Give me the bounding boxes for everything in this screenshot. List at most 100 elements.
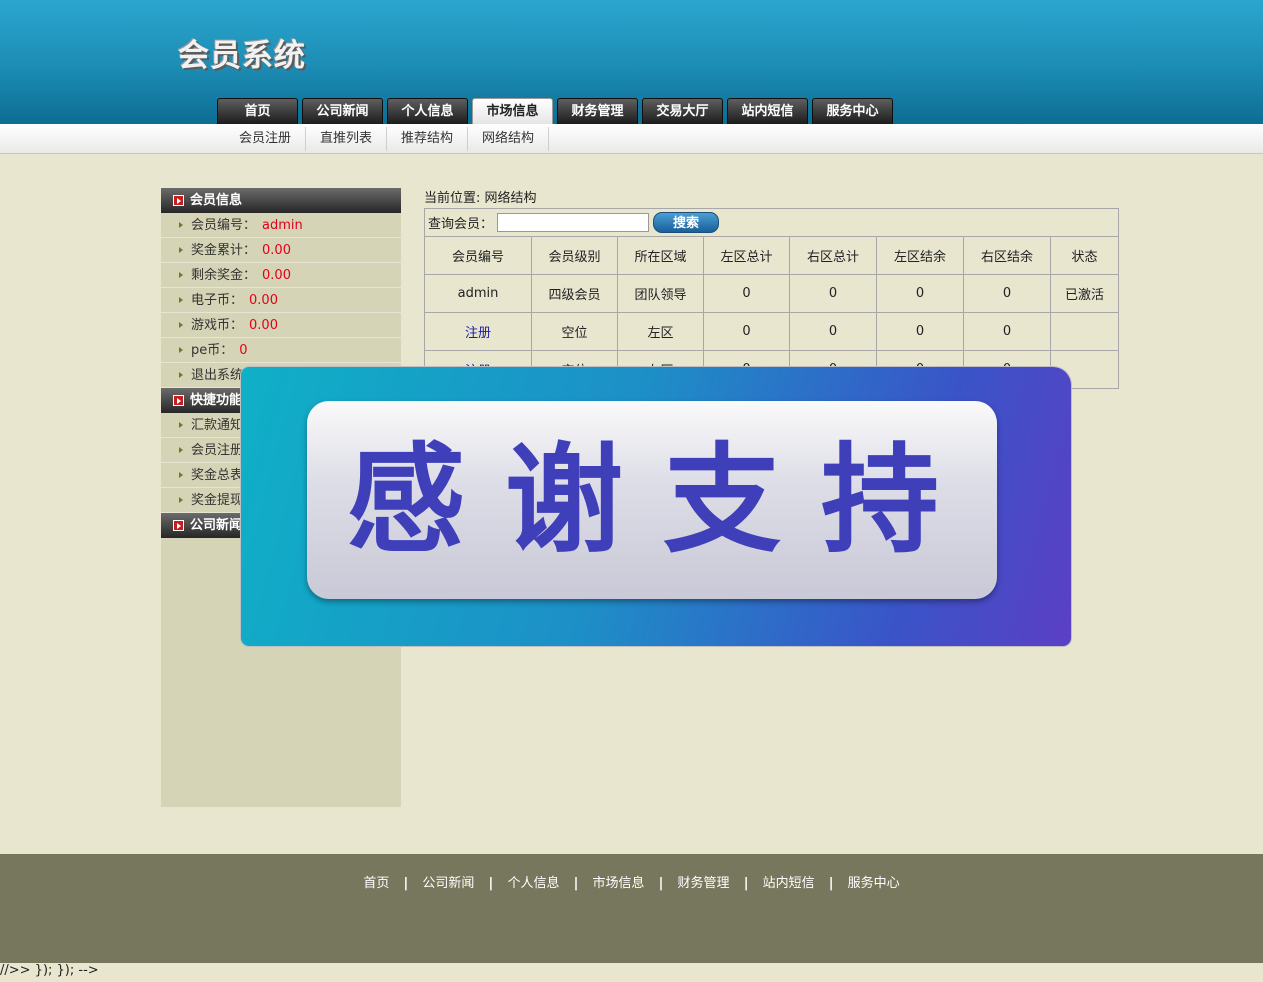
bullet-triangle-icon [179,472,183,478]
sidebar-item-pe-coin: pe币： 0 [161,338,401,363]
item-value: 0.00 [249,317,278,333]
nav-tab-personal-info[interactable]: 个人信息 [387,98,468,124]
item-label: 会员编号： [191,217,257,233]
table-header-row: 会员编号 会员级别 所在区域 左区总计 右区总计 左区结余 右区结余 状态 [424,236,1119,275]
footer-separator: | [488,876,494,891]
footer-links: 首页 | 公司新闻 | 个人信息 | 市场信息 | 财务管理 | 站内短信 | … [0,872,1263,891]
table-cell: 0 [876,274,964,313]
nav-tab-service-center[interactable]: 服务中心 [812,98,893,124]
search-label: 查询会员： [428,217,494,232]
bullet-triangle-icon [179,222,183,228]
table-cell: 左区 [617,312,704,351]
table-cell: 四级会员 [531,274,618,313]
item-label: 游戏币： [191,317,244,333]
footer-link-market-info[interactable]: 市场信息 [592,876,644,891]
item-value: 0 [239,342,248,358]
nav-tab-market-info[interactable]: 市场信息 [472,98,553,125]
bullet-triangle-icon [179,247,183,253]
table-cell: 空位 [531,312,618,351]
item-label[interactable]: 汇款通知 [191,413,243,438]
footer-separator: | [743,876,749,891]
nav-tab-finance[interactable]: 财务管理 [557,98,638,124]
footer-link-home[interactable]: 首页 [363,876,389,891]
item-value: admin [262,217,303,233]
sidebar-section-member-info: 会员信息 [161,188,401,213]
table-cell: 0 [963,274,1051,313]
sidebar-item-e-coin: 电子币： 0.00 [161,288,401,313]
col-header: 会员编号 [424,236,532,275]
footer: 首页 | 公司新闻 | 个人信息 | 市场信息 | 财务管理 | 站内短信 | … [0,854,1263,963]
thanks-banner-text: 感谢支持 [307,401,997,599]
col-header: 左区总计 [703,236,790,275]
nav-tab-home[interactable]: 首页 [217,98,298,124]
table-cell: 0 [703,312,790,351]
footer-separator: | [828,876,834,891]
table-row: 注册 空位 左区 0 0 0 0 [424,312,1119,351]
col-header: 状态 [1050,236,1119,275]
footer-link-personal-info[interactable]: 个人信息 [507,876,559,891]
table-cell: 团队领导 [617,274,704,313]
nav-tab-trading-hall[interactable]: 交易大厅 [642,98,723,124]
item-label: 奖金累计： [191,242,257,258]
col-header: 会员级别 [531,236,618,275]
main-nav: 首页 公司新闻 个人信息 市场信息 财务管理 交易大厅 站内短信 服务中心 [217,98,893,125]
table-cell: 0 [789,312,877,351]
main-content: 当前位置: 网络结构 查询会员： 搜索 会员编号 会员级别 所在区域 左区总计 … [424,190,1119,389]
subnav-network-structure[interactable]: 网络结构 [468,127,550,151]
search-bar: 查询会员： 搜索 [424,208,1119,236]
item-label: pe币： [191,342,234,358]
subnav-referral-structure[interactable]: 推荐结构 [387,127,469,151]
item-label[interactable]: 会员注册 [191,438,243,463]
sidebar-item-member-id: 会员编号： admin [161,213,401,238]
search-button[interactable]: 搜索 [653,212,720,233]
item-label[interactable]: 退出系统 [191,363,243,388]
nav-tab-messages[interactable]: 站内短信 [727,98,808,124]
bullet-triangle-icon [179,497,183,503]
table-cell: 0 [876,312,964,351]
breadcrumb: 当前位置: 网络结构 [424,191,537,206]
subnav-direct-list[interactable]: 直推列表 [306,127,388,151]
table-cell [1050,312,1119,351]
nav-tab-company-news[interactable]: 公司新闻 [302,98,383,124]
sidebar-item-bonus-total: 奖金累计： 0.00 [161,238,401,263]
section-title: 公司新闻 [190,518,243,533]
section-title: 会员信息 [190,193,243,208]
table-cell: 0 [789,274,877,313]
table-cell: 0 [703,274,790,313]
bullet-triangle-icon [179,297,183,303]
item-label[interactable]: 奖金总表 [191,463,243,488]
item-value: 0.00 [262,267,291,283]
footer-separator: | [403,876,409,891]
col-header: 左区结余 [876,236,964,275]
footer-separator: | [573,876,579,891]
col-header: 右区总计 [789,236,877,275]
item-value: 0.00 [262,242,291,258]
subnav-member-register[interactable]: 会员注册 [225,127,307,151]
table-cell: 已激活 [1050,274,1119,313]
footer-link-service-center[interactable]: 服务中心 [848,876,900,891]
bullet-triangle-icon [179,347,183,353]
member-search-input[interactable] [497,213,650,232]
footer-link-company-news[interactable]: 公司新闻 [422,876,474,891]
sidebar-item-game-coin: 游戏币： 0.00 [161,313,401,338]
arrow-right-icon [173,195,184,206]
footer-link-messages[interactable]: 站内短信 [763,876,815,891]
bullet-triangle-icon [179,372,183,378]
table-cell: 0 [963,312,1051,351]
header: 会员系统 首页 公司新闻 个人信息 市场信息 财务管理 交易大厅 站内短信 服务… [0,0,1263,125]
item-label[interactable]: 奖金提现 [191,488,243,513]
thanks-banner-overlay[interactable]: 感谢支持 [241,367,1071,646]
col-header: 右区结余 [963,236,1051,275]
bullet-triangle-icon [179,447,183,453]
section-title: 快捷功能 [190,393,243,408]
sidebar-item-bonus-remaining: 剩余奖金： 0.00 [161,263,401,288]
arrow-right-icon [173,520,184,531]
register-link[interactable]: 注册 [424,312,532,351]
footer-separator: | [658,876,664,891]
stray-script-text: //>> }); }); --> [0,963,99,978]
item-label: 剩余奖金： [191,267,257,283]
footer-link-finance[interactable]: 财务管理 [678,876,730,891]
table-cell: admin [424,274,532,313]
logo: 会员系统 [178,38,306,74]
item-value: 0.00 [249,292,278,308]
